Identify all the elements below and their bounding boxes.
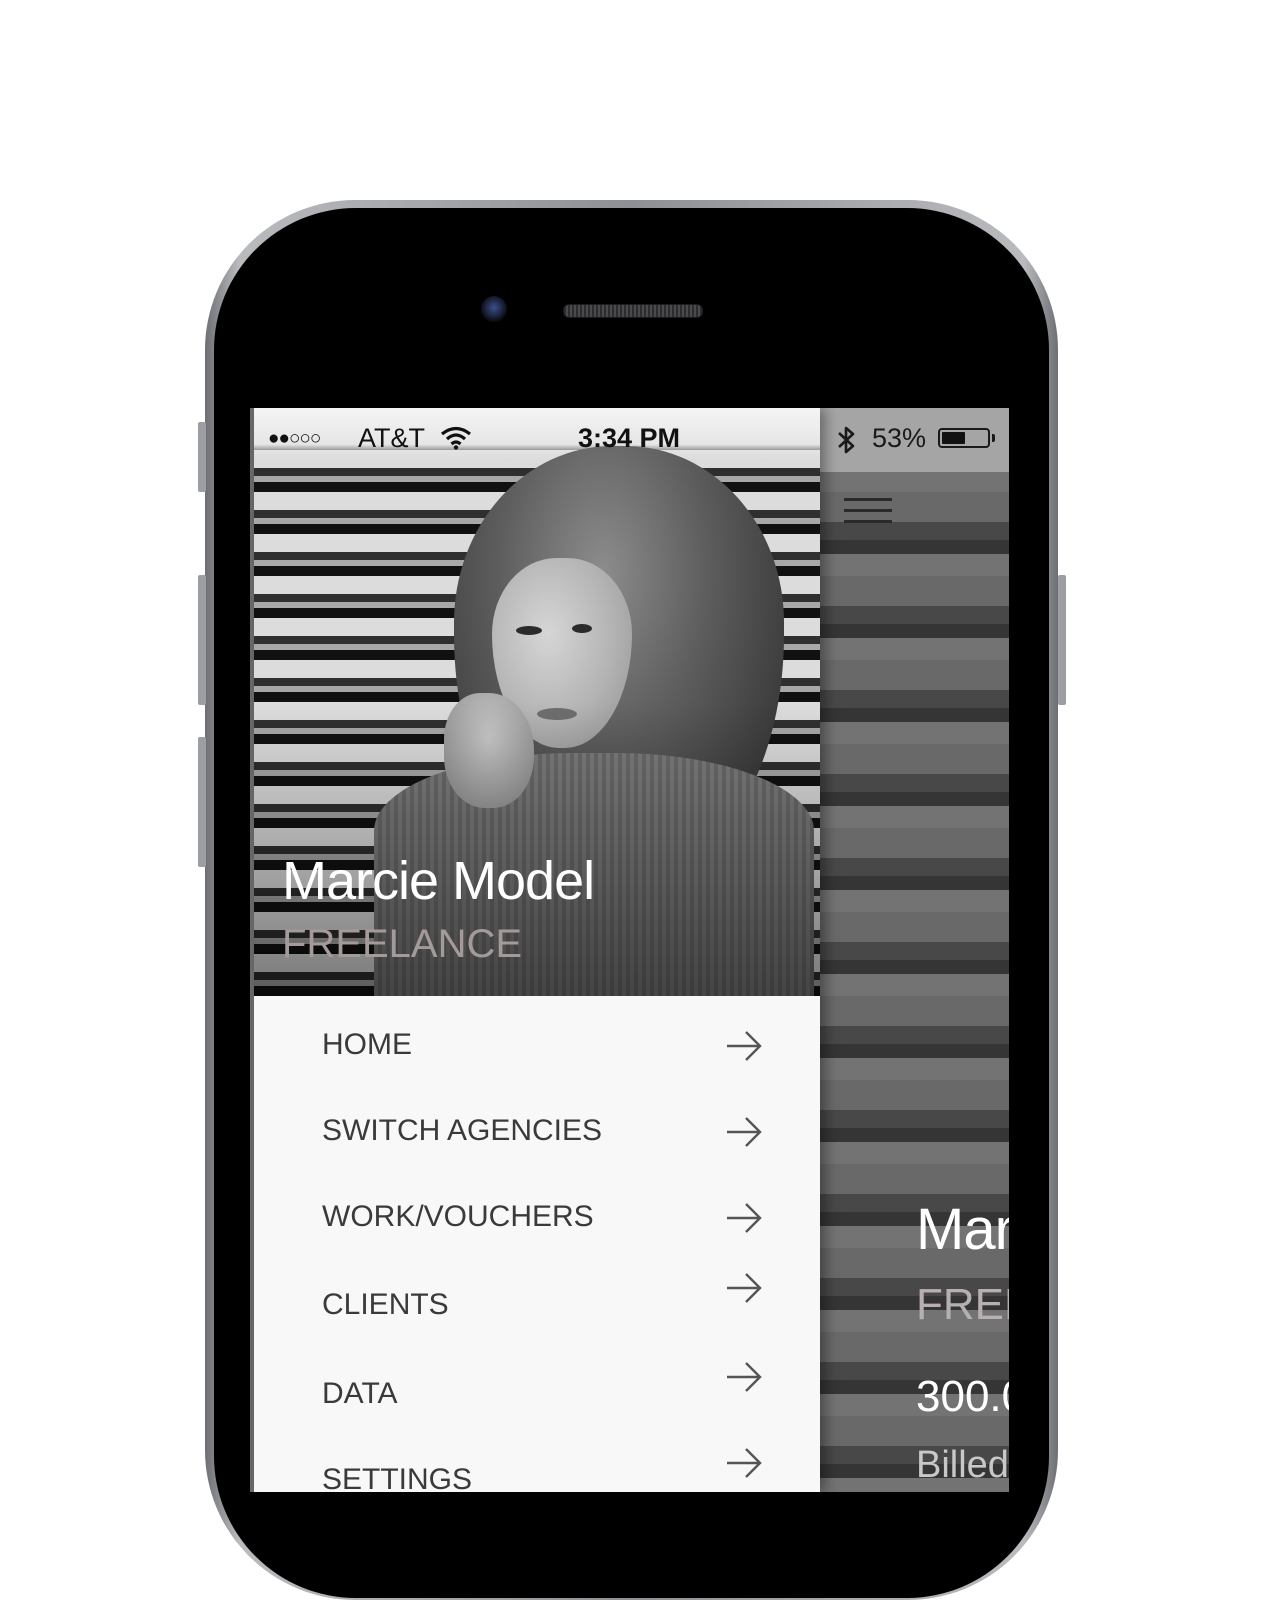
arrow-right-icon bbox=[727, 1273, 762, 1303]
bluetooth-icon bbox=[835, 424, 859, 463]
status-bar: ●●○○○ AT&T 3:34 PM 53% bbox=[250, 408, 1014, 468]
background-profile-role: FREE bbox=[916, 1280, 1014, 1329]
background-profile-name: Mar bbox=[916, 1197, 1014, 1262]
menu-item-clients[interactable]: CLIENTS bbox=[254, 1268, 820, 1348]
menu-item-label: DATA bbox=[322, 1377, 398, 1410]
arrow-right-icon bbox=[727, 1203, 762, 1233]
background-amount: 300.0 bbox=[916, 1372, 1014, 1421]
signal-strength-icon: ●●○○○ bbox=[268, 428, 321, 449]
carrier-name: AT&T bbox=[358, 423, 425, 453]
status-time: 3:34 PM bbox=[578, 423, 681, 453]
menu-item-switch-agencies[interactable]: SWITCH AGENCIES bbox=[254, 1094, 820, 1174]
menu-item-settings[interactable]: SETTINGS bbox=[254, 1443, 820, 1492]
background-screen[interactable]: Mar FREE 300.0 Billed bbox=[820, 408, 1014, 1492]
arrow-right-icon bbox=[727, 1031, 762, 1061]
battery-icon bbox=[938, 428, 990, 448]
menu-item-home[interactable]: HOME bbox=[254, 1008, 820, 1088]
menu-item-label: HOME bbox=[322, 1028, 412, 1061]
profile-name: Marcie Model bbox=[282, 851, 595, 911]
navigation-drawer: Marcie Model FREELANCE HOME SWITCH AGENC… bbox=[254, 408, 820, 1492]
menu-item-label: SETTINGS bbox=[322, 1463, 473, 1492]
arrow-right-icon bbox=[727, 1117, 762, 1147]
battery-percent: 53% bbox=[872, 423, 927, 453]
phone-screen: ●●○○○ AT&T 3:34 PM 53% Mar FRE 300.0 Bil… bbox=[250, 408, 1014, 1492]
wifi-icon bbox=[440, 426, 472, 457]
power-button bbox=[1058, 575, 1066, 705]
screen-bezel-right bbox=[1009, 408, 1015, 1492]
arrow-right-icon bbox=[727, 1362, 762, 1392]
earpiece-speaker bbox=[563, 304, 703, 318]
hamburger-menu-icon[interactable] bbox=[844, 498, 892, 524]
menu-item-data[interactable]: DATA bbox=[254, 1357, 820, 1437]
background-billed-label: Billed bbox=[916, 1444, 1009, 1486]
profile-photo: Marcie Model FREELANCE bbox=[254, 408, 820, 996]
menu-item-work-vouchers[interactable]: WORK/VOUCHERS bbox=[254, 1180, 820, 1260]
menu-item-label: CLIENTS bbox=[322, 1288, 449, 1321]
volume-down-button bbox=[198, 737, 206, 867]
arrow-right-icon bbox=[727, 1448, 762, 1478]
battery-cap bbox=[992, 434, 995, 442]
volume-up-button bbox=[198, 575, 206, 705]
profile-role: FREELANCE bbox=[282, 922, 523, 966]
mute-switch bbox=[198, 422, 206, 492]
front-camera bbox=[481, 296, 507, 322]
menu-item-label: SWITCH AGENCIES bbox=[322, 1114, 603, 1147]
battery-fill bbox=[942, 432, 965, 444]
menu-item-label: WORK/VOUCHERS bbox=[322, 1200, 594, 1233]
